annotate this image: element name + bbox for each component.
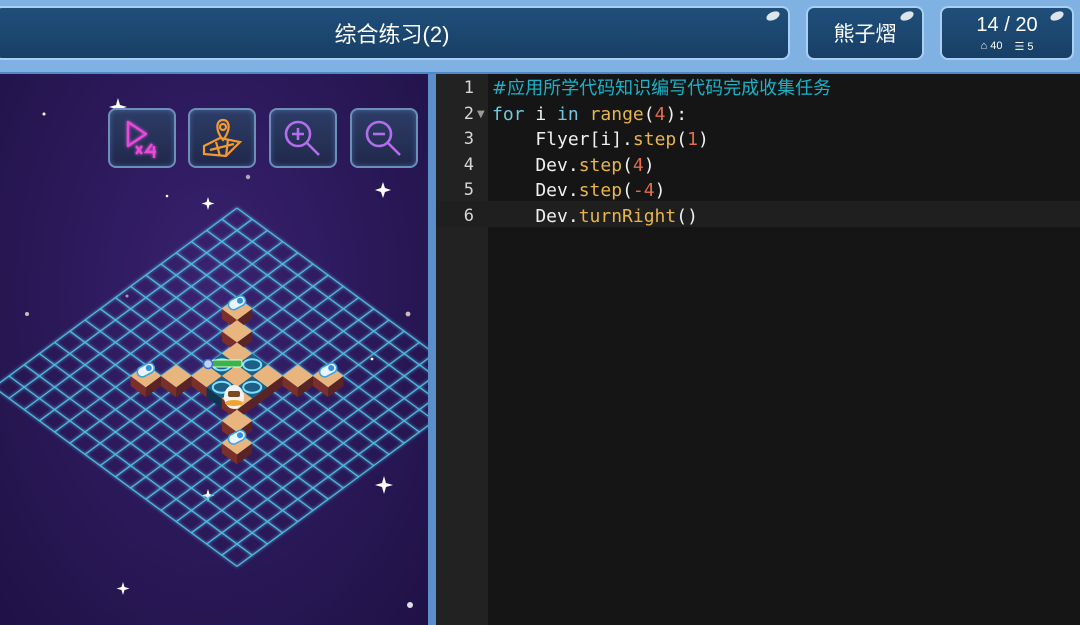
code-editor[interactable]: 1 2 3 4 5 6 ▼ #应用所学代码知识编写代码完成收集任务 for i in ran… [436, 74, 1080, 625]
lines-stat: ☰ 5 [1014, 40, 1033, 53]
code-token: 4 [632, 154, 644, 176]
code-token: Flyer[i]. [492, 129, 633, 150]
line-number: 3 [463, 129, 474, 149]
code-token: step [632, 129, 677, 150]
capsule-light [328, 365, 335, 371]
code-token: ( [676, 205, 688, 227]
code-line[interactable]: Dev.turnRight() [492, 204, 698, 230]
code-token: ( [676, 129, 688, 150]
code-token: in [557, 103, 579, 125]
code-token: ): [665, 103, 688, 125]
code-token: step [578, 154, 623, 176]
level-progress: 14 / 20 [976, 13, 1038, 36]
code-token: 4 [654, 103, 666, 125]
robot-badge [202, 358, 214, 370]
panel-divider[interactable] [428, 74, 436, 625]
code-token: range [589, 103, 644, 125]
footprint-icon: ⌂ [980, 39, 988, 52]
code-token: ( [643, 103, 655, 125]
user-name: 熊子熠 [833, 23, 897, 46]
grid-line [236, 424, 428, 567]
code-token: Dev. [492, 154, 579, 176]
fold-arrow-icon[interactable]: ▼ [477, 109, 485, 120]
user-panel[interactable]: 熊子熠 [806, 6, 924, 60]
star [201, 197, 215, 210]
game-scene[interactable] [0, 74, 428, 625]
lines-count: 5 [1027, 40, 1034, 53]
code-token: ) [697, 129, 709, 150]
code-token: Dev. [492, 205, 579, 227]
code-token: for [492, 103, 525, 125]
code-token: ) [654, 180, 666, 201]
panel-shine [1048, 9, 1066, 23]
level-title-panel: 综合练习(2) [0, 6, 790, 60]
code-token: turnRight [578, 205, 677, 227]
code-token: #应用所学代码知识编写代码完成收集任务 [492, 78, 832, 99]
steps-stat: ⌂ 40 [980, 40, 1002, 53]
code-token: ) [643, 154, 655, 176]
line-number: 5 [463, 180, 474, 200]
code-line[interactable]: Flyer[i].step(1) [492, 127, 709, 153]
code-token: ( [622, 180, 633, 201]
star [375, 182, 391, 198]
zoom-out-icon [365, 120, 401, 156]
line-number: 6 [463, 205, 474, 226]
code-line[interactable]: Dev.step(4) [492, 153, 655, 179]
star [125, 294, 129, 298]
star [375, 476, 393, 494]
map-view-button[interactable] [188, 108, 256, 168]
star [405, 311, 411, 317]
speed-x4-button[interactable] [108, 108, 176, 168]
map-pin-icon [202, 118, 243, 158]
code-token: 1 [687, 129, 698, 150]
level-stats: ⌂ 40 ☰ 5 [980, 40, 1033, 53]
line-number: 2 [463, 103, 474, 124]
code-line[interactable]: #应用所学代码知识编写代码完成收集任务 [492, 76, 831, 102]
code-token: i [524, 103, 558, 125]
panel-shine [898, 9, 916, 23]
code-line[interactable]: Dev.step(-4) [492, 178, 665, 204]
floor-tile [161, 364, 192, 398]
robot-belt [225, 400, 243, 406]
star [42, 112, 46, 116]
star [116, 582, 130, 595]
line-number: 1 [463, 78, 474, 98]
code-token: step [578, 180, 623, 201]
code-token: -4 [632, 180, 655, 201]
star [25, 312, 29, 316]
floor-tile [282, 364, 313, 398]
panel-shine [764, 9, 782, 23]
level-title: 综合练习(2) [334, 22, 450, 47]
capsule-light [145, 365, 152, 371]
zoom-in-icon [284, 120, 320, 156]
robot-health-bar [211, 359, 243, 368]
steps-count: 40 [990, 39, 1003, 52]
x4-speed-icon [126, 120, 156, 158]
zoom-in-button[interactable] [269, 108, 337, 168]
star [245, 174, 251, 180]
code-token: ) [687, 205, 698, 227]
code-token: ( [622, 154, 633, 176]
star [370, 357, 374, 361]
line-number: 4 [463, 154, 474, 175]
zoom-out-button[interactable] [350, 108, 418, 168]
lines-icon: ☰ [1014, 40, 1025, 53]
star [407, 602, 413, 608]
robot-visor [228, 391, 240, 397]
capsule-light [237, 297, 243, 304]
grid-line [236, 207, 428, 350]
progress-panel: 14 / 20 ⌂ 40 ☰ 5 [940, 6, 1074, 60]
capsule-light [237, 432, 243, 439]
code-token: Dev. [492, 180, 579, 201]
star [165, 194, 169, 198]
code-line[interactable]: for i in range(4): [492, 102, 687, 128]
